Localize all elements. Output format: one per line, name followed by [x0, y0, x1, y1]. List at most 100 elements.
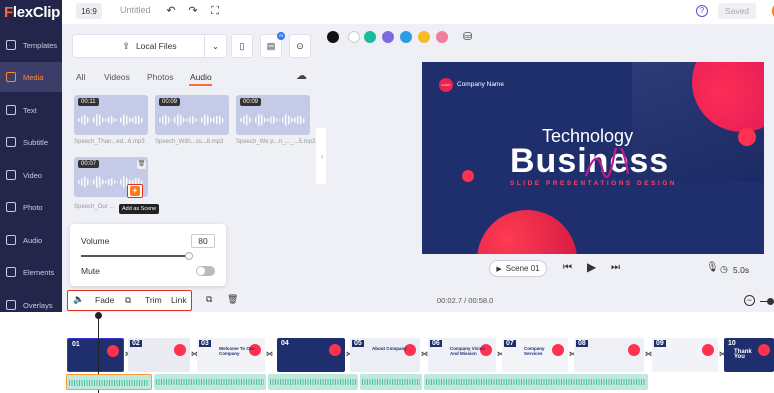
- trash-icon[interactable]: 🗑: [137, 160, 146, 169]
- saved-button[interactable]: Saved: [718, 3, 756, 19]
- active-tab-indicator: [189, 84, 212, 86]
- mute-toggle[interactable]: [196, 266, 215, 276]
- trim-button[interactable]: Trim: [145, 295, 162, 305]
- fullscreen-icon[interactable]: ⛶: [208, 4, 222, 18]
- sidebar-item-templates[interactable]: Templates: [0, 30, 62, 60]
- color-swatch[interactable]: [364, 31, 376, 43]
- clip-name: Speech_Than...ed...6.mp3: [74, 139, 145, 145]
- scene-thumbnail[interactable]: 08: [574, 338, 644, 372]
- thumbnail-accent: [758, 344, 770, 356]
- scene-thumbnail[interactable]: 03 Welcome To Our Company: [197, 338, 265, 372]
- audio-track-clip[interactable]: [360, 374, 422, 390]
- audio-track-clip[interactable]: [424, 374, 648, 390]
- zoom-slider-handle[interactable]: [767, 298, 774, 305]
- phone-icon[interactable]: ▯: [231, 34, 253, 58]
- audio-waveform: [426, 379, 646, 385]
- sidebar-item-label: Audio: [23, 235, 43, 245]
- tab-photos[interactable]: Photos: [147, 72, 173, 82]
- fill-bucket-icon[interactable]: ⛁: [463, 30, 472, 43]
- scene-thumbnail[interactable]: 02: [128, 338, 190, 372]
- ai-chat-icon[interactable]: ▤ AI: [260, 32, 285, 58]
- tab-all[interactable]: All: [76, 72, 85, 82]
- color-swatch[interactable]: [348, 31, 360, 43]
- transition-icon[interactable]: ⋈: [266, 350, 274, 358]
- clip-name: Speech_With...ss...8.mp3: [155, 139, 224, 145]
- audio-track-clip[interactable]: [66, 374, 152, 390]
- tab-videos[interactable]: Videos: [104, 72, 130, 82]
- audio-edit-group: 🔈 Fade ⧉ Trim Link: [67, 290, 192, 311]
- sidebar-item-media[interactable]: Media: [0, 62, 62, 92]
- play-icon[interactable]: ▶: [587, 260, 596, 274]
- elements-icon: [6, 267, 16, 277]
- sidebar-item-elements[interactable]: Elements: [0, 257, 62, 287]
- clip-duration: 00:07: [78, 160, 100, 168]
- duplicate-icon[interactable]: ⧉: [206, 294, 212, 305]
- scene-title: Company Vision And Mission: [450, 346, 486, 356]
- plus-icon: +: [130, 186, 140, 196]
- scene-label: Scene 01: [505, 264, 540, 273]
- scene-thumbnail[interactable]: 05 About Company: [350, 338, 420, 372]
- undo-icon[interactable]: ↶: [164, 4, 178, 18]
- scene-thumbnail[interactable]: 07 Company Services: [502, 338, 568, 372]
- trash-icon[interactable]: 🗑: [227, 294, 238, 305]
- scene-thumbnail[interactable]: 09: [652, 338, 718, 372]
- redo-icon[interactable]: ↷: [186, 4, 200, 18]
- sidebar-item-text[interactable]: Text: [0, 95, 62, 125]
- sidebar-item-label: Elements: [23, 267, 55, 277]
- scene-number: 05: [352, 340, 364, 347]
- volume-slider-handle[interactable]: [185, 252, 193, 260]
- tab-audio[interactable]: Audio: [190, 72, 212, 82]
- audio-track-clip[interactable]: [268, 374, 358, 390]
- fade-button[interactable]: Fade: [95, 295, 114, 305]
- scene-thumbnail[interactable]: 04: [277, 338, 345, 372]
- text-icon: [6, 105, 16, 115]
- app-logo: FlexClip: [4, 4, 60, 21]
- color-swatch[interactable]: [382, 31, 394, 43]
- help-icon[interactable]: ?: [696, 5, 708, 17]
- color-swatch[interactable]: [418, 31, 430, 43]
- color-swatch[interactable]: [436, 31, 448, 43]
- waveform: [159, 113, 225, 127]
- cloud-icon[interactable]: ☁: [296, 69, 307, 82]
- volume-slider[interactable]: [81, 255, 189, 257]
- scene-thumbnail[interactable]: 06 Company Vision And Mission: [428, 338, 496, 372]
- chevron-down-icon[interactable]: ⌄: [204, 34, 226, 58]
- previous-icon[interactable]: ⏮: [563, 262, 572, 273]
- sidebar-item-label: Media: [23, 72, 44, 82]
- mute-label: Mute: [81, 266, 100, 276]
- record-screen-icon[interactable]: ⊙: [289, 34, 311, 58]
- scene-thumbnail[interactable]: 10 Thank You: [724, 338, 774, 372]
- upload-icon: ⇪: [122, 40, 130, 51]
- audio-waveform: [270, 379, 356, 385]
- microphone-icon[interactable]: 🎙: [706, 262, 719, 273]
- scene-thumbnail[interactable]: 01: [67, 338, 124, 372]
- audio-waveform: [362, 379, 420, 385]
- playhead-handle[interactable]: [95, 312, 102, 319]
- color-swatch[interactable]: [327, 31, 339, 43]
- add-as-scene-button[interactable]: +: [127, 184, 143, 198]
- play-scene-button[interactable]: ▶ Scene 01: [489, 260, 547, 277]
- clip-duration: 00:09: [159, 98, 181, 106]
- sidebar-item-video[interactable]: Video: [0, 160, 62, 190]
- volume-input[interactable]: 80: [191, 234, 215, 248]
- sidebar-item-subtitle[interactable]: Subtitle: [0, 127, 62, 157]
- audio-waveform: [156, 379, 264, 385]
- canvas-area: LOGO Company Name Technology Business SL…: [326, 46, 774, 290]
- scene-duration[interactable]: 5.0s: [733, 265, 749, 275]
- split-icon[interactable]: ⧉: [125, 295, 131, 306]
- audio-clip[interactable]: 00:09: [236, 95, 310, 135]
- sidebar-item-photo[interactable]: Photo: [0, 192, 62, 222]
- audio-clip[interactable]: 00:11: [74, 95, 148, 135]
- link-button[interactable]: Link: [171, 295, 187, 305]
- zoom-out-icon[interactable]: −: [744, 295, 755, 306]
- audio-track-clip[interactable]: [154, 374, 266, 390]
- aspect-ratio-button[interactable]: 16:9: [76, 3, 102, 19]
- color-swatch[interactable]: [400, 31, 412, 43]
- volume-icon[interactable]: 🔈: [73, 294, 84, 305]
- project-title[interactable]: Untitled: [120, 5, 151, 15]
- slide-preview[interactable]: LOGO Company Name Technology Business SL…: [422, 62, 764, 254]
- sidebar-item-audio[interactable]: Audio: [0, 225, 62, 255]
- next-icon[interactable]: ⏭: [611, 262, 620, 273]
- photo-icon: [6, 202, 16, 212]
- audio-clip[interactable]: 00:09: [155, 95, 229, 135]
